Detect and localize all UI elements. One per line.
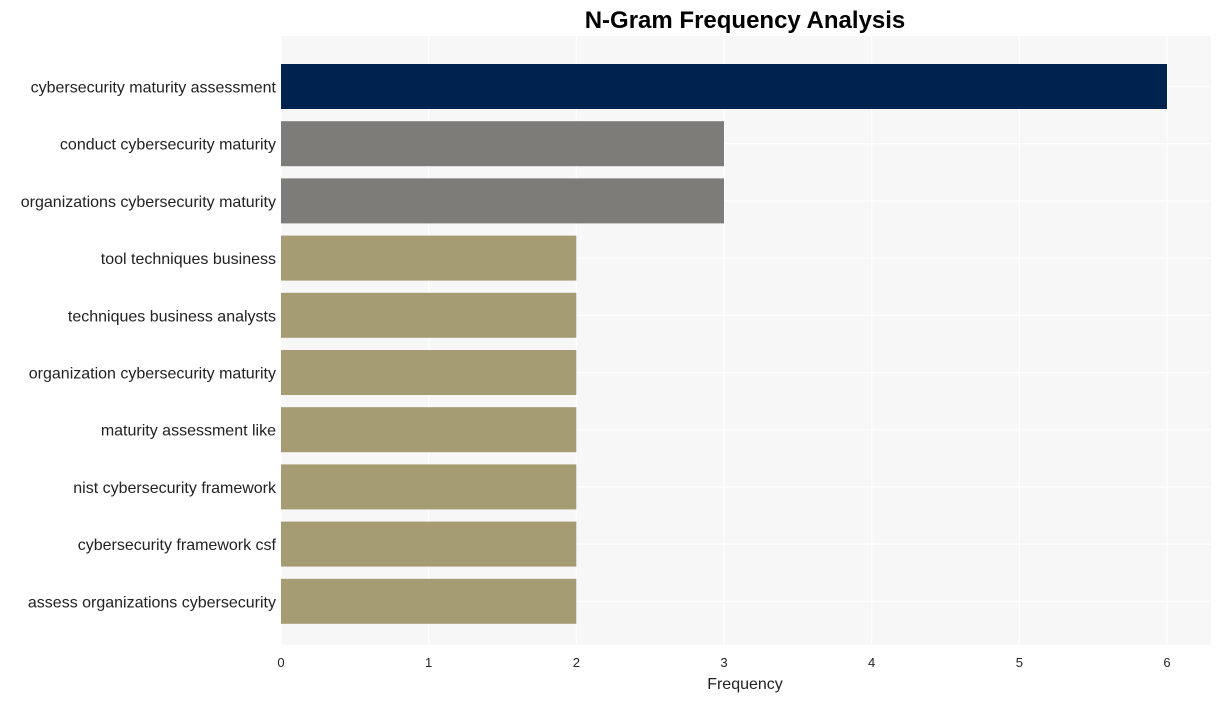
ngram-frequency-chart: cybersecurity maturity assessment conduct… — [21, 7, 1211, 693]
y-tick-label: organizations cybersecurity maturity — [21, 194, 276, 211]
bar — [281, 292, 577, 338]
x-tick-label: 5 — [1016, 655, 1023, 670]
bar — [281, 350, 577, 395]
bar — [281, 178, 724, 224]
bar — [281, 578, 577, 624]
x-axis-ticks: 0 1 2 3 4 5 6 — [277, 655, 1170, 670]
y-tick-label: cybersecurity maturity assessment — [31, 80, 277, 97]
bar — [281, 521, 577, 567]
y-tick-label: tool techniques business — [101, 251, 276, 268]
y-tick-label: techniques business analysts — [68, 308, 276, 325]
bar — [281, 464, 577, 510]
x-tick-label: 0 — [277, 655, 284, 670]
bar — [281, 407, 577, 453]
x-tick-label: 2 — [573, 655, 580, 670]
x-tick-label: 4 — [868, 655, 875, 670]
x-axis-label: Frequency — [707, 676, 783, 693]
y-tick-label: organization cybersecurity maturity — [29, 366, 276, 383]
y-tick-label: cybersecurity framework csf — [78, 537, 277, 554]
y-axis-labels: cybersecurity maturity assessment conduct… — [21, 80, 277, 612]
x-tick-label: 1 — [425, 655, 432, 670]
x-tick-label: 6 — [1163, 655, 1170, 670]
y-tick-label: conduct cybersecurity maturity — [60, 137, 276, 154]
y-tick-label: maturity assessment like — [101, 423, 276, 440]
y-tick-label: nist cybersecurity framework — [73, 480, 277, 497]
bar — [281, 235, 577, 281]
chart-title: N-Gram Frequency Analysis — [585, 7, 906, 34]
bar — [281, 121, 724, 167]
bar — [281, 64, 1167, 109]
y-tick-label: assess organizations cybersecurity — [28, 594, 276, 611]
x-tick-label: 3 — [720, 655, 727, 670]
